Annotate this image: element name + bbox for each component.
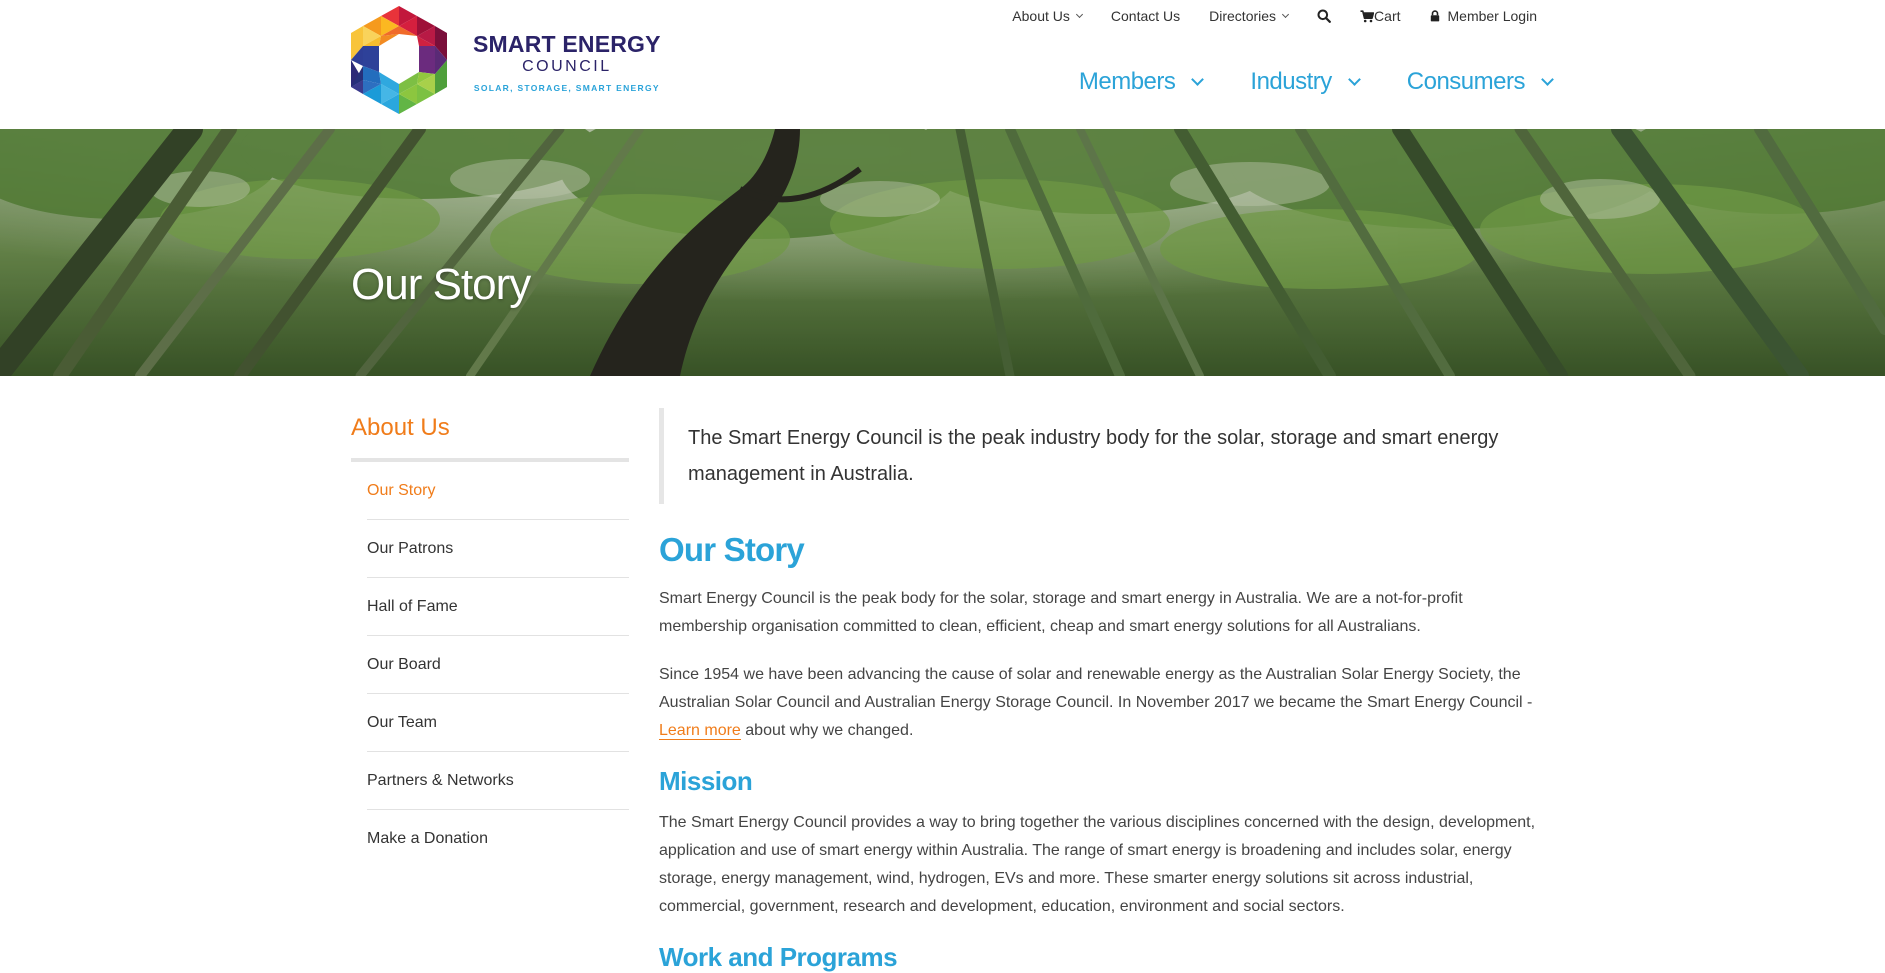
lead-quote: The Smart Energy Council is the peak ind… bbox=[659, 408, 1539, 504]
search-button[interactable] bbox=[1317, 9, 1331, 23]
utility-directories[interactable]: Directories bbox=[1209, 8, 1290, 24]
utility-directories-label: Directories bbox=[1209, 8, 1277, 24]
utility-contact-label: Contact Us bbox=[1110, 8, 1181, 24]
nav-industry-label: Industry bbox=[1250, 68, 1332, 95]
utility-nav: About Us Contact Us Directories Cart Mem… bbox=[1012, 6, 1537, 26]
sidebar-item-our-board[interactable]: Our Board bbox=[367, 636, 629, 694]
chevron-down-icon bbox=[1191, 72, 1205, 86]
sidebar-item-partners-networks[interactable]: Partners & Networks bbox=[367, 752, 629, 810]
section-heading-our-story: Our Story bbox=[659, 531, 805, 568]
nav-members[interactable]: Members bbox=[1078, 68, 1205, 96]
sidebar-title: About Us bbox=[351, 414, 450, 441]
brand-sub: COUNCIL bbox=[522, 58, 612, 75]
brand-name: SMART ENERGY bbox=[473, 31, 661, 57]
section-heading-work-programs: Work and Programs bbox=[659, 942, 898, 972]
chevron-down-icon bbox=[1282, 10, 1290, 18]
utility-contact-us[interactable]: Contact Us bbox=[1111, 8, 1180, 24]
site-header: SMART ENERGY COUNCIL SOLAR, STORAGE, SMA… bbox=[0, 0, 1885, 129]
chevron-down-icon bbox=[1347, 72, 1361, 86]
member-login-link[interactable]: Member Login bbox=[1430, 8, 1538, 24]
member-login-label: Member Login bbox=[1447, 8, 1538, 24]
cart-link[interactable]: Cart bbox=[1360, 8, 1401, 24]
sidebar-menu: Our Story Our Patrons Hall of Fame Our B… bbox=[351, 462, 629, 868]
nav-members-label: Members bbox=[1078, 68, 1176, 95]
history-text-after: about why we changed. bbox=[745, 722, 914, 739]
brand-tagline: SOLAR, STORAGE, SMART ENERGY bbox=[473, 83, 660, 93]
site-logo[interactable]: SMART ENERGY COUNCIL SOLAR, STORAGE, SMA… bbox=[351, 6, 661, 114]
lock-icon bbox=[1430, 10, 1439, 22]
utility-about-us[interactable]: About Us bbox=[1012, 8, 1083, 24]
cart-label: Cart bbox=[1374, 8, 1401, 24]
page-title: Our Story bbox=[351, 260, 531, 309]
logo-hexagon-icon bbox=[351, 6, 447, 114]
intro-paragraph: Smart Energy Council is the peak body fo… bbox=[659, 590, 1463, 635]
nav-consumers-label: Consumers bbox=[1406, 68, 1526, 95]
sidebar-item-our-team[interactable]: Our Team bbox=[367, 694, 629, 752]
history-text: Since 1954 we have been advancing the ca… bbox=[659, 666, 1533, 711]
utility-about-label: About Us bbox=[1012, 8, 1070, 24]
chevron-down-icon bbox=[1541, 72, 1554, 86]
mission-paragraph: The Smart Energy Council provides a way … bbox=[659, 814, 1536, 915]
section-heading-mission: Mission bbox=[659, 766, 753, 796]
sidebar-item-make-a-donation[interactable]: Make a Donation bbox=[367, 810, 629, 868]
hero-banner: Our Story bbox=[0, 129, 1885, 376]
learn-more-link[interactable]: Learn more bbox=[659, 722, 741, 740]
nav-consumers[interactable]: Consumers bbox=[1406, 68, 1554, 96]
main-content: The Smart Energy Council is the peak ind… bbox=[659, 408, 1539, 973]
history-paragraph: Since 1954 we have been advancing the ca… bbox=[659, 661, 1539, 745]
sidebar-item-our-patrons[interactable]: Our Patrons bbox=[367, 520, 629, 578]
search-icon bbox=[1317, 9, 1331, 23]
sidebar-item-hall-of-fame[interactable]: Hall of Fame bbox=[367, 578, 629, 636]
sidebar: About Us Our Story Our Patrons Hall of F… bbox=[351, 411, 629, 868]
main-nav: Members Industry Consumers bbox=[1078, 68, 1554, 96]
hero-forest-image bbox=[0, 129, 1885, 376]
sidebar-item-our-story[interactable]: Our Story bbox=[367, 462, 629, 520]
cart-icon bbox=[1360, 9, 1375, 22]
chevron-down-icon bbox=[1075, 10, 1083, 18]
nav-industry[interactable]: Industry bbox=[1250, 68, 1361, 96]
